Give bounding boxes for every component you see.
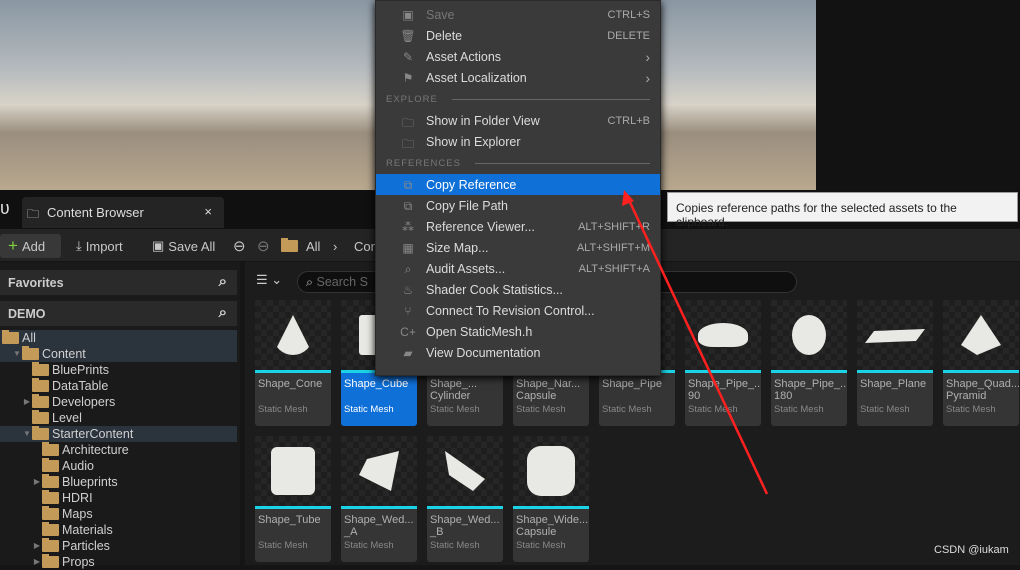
arrow-head: [622, 190, 634, 206]
annotation-overlay: [622, 190, 769, 495]
watermark: CSDN @iukam: [934, 544, 1009, 556]
annotation-arrow: [626, 197, 769, 495]
